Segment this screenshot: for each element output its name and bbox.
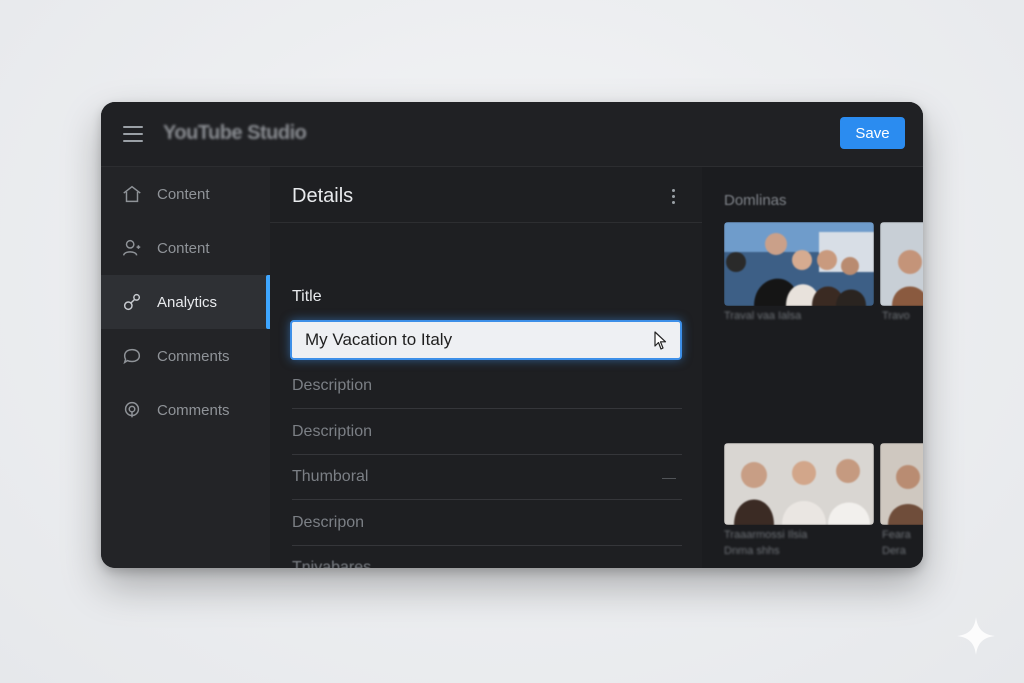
thumbnail-caption: Traaarmossi Ilsia — [724, 529, 808, 541]
comment-icon — [121, 345, 143, 367]
sidebar: Content Content Analytics Comments Comme… — [101, 167, 270, 568]
video-thumbnail[interactable] — [724, 443, 874, 525]
title-input[interactable] — [292, 322, 645, 358]
sidebar-item-comments-2[interactable]: Comments — [101, 383, 270, 437]
title-field[interactable] — [290, 320, 682, 360]
person-icon — [121, 237, 143, 259]
sparkle-icon — [957, 617, 995, 655]
chevron-up-icon: ︿ — [662, 559, 676, 569]
sidebar-item-label: Comments — [157, 347, 230, 365]
sidebar-item-label: Content — [157, 239, 210, 257]
description-field[interactable]: Description — [292, 363, 682, 409]
sidebar-item-content[interactable]: Content — [101, 167, 270, 221]
app-logo[interactable]: YouTube Studio — [163, 122, 307, 145]
page-title: Details — [292, 185, 354, 207]
video-thumbnail[interactable] — [880, 443, 923, 525]
thumbnails-panel: Domlinas Traval vaa Ialsa Travo Traaarmo… — [702, 167, 923, 568]
thumbnail-caption: Travo — [882, 310, 910, 322]
top-bar: YouTube Studio Save — [101, 102, 923, 167]
sidebar-item-content-2[interactable]: Content — [101, 221, 270, 275]
save-button[interactable]: Save — [840, 117, 905, 149]
home-icon — [121, 183, 143, 205]
broadcast-icon — [121, 399, 143, 421]
mouse-cursor-icon — [654, 331, 667, 350]
people-photo-icon — [880, 443, 923, 525]
description-field-3[interactable]: Descripon — [292, 500, 682, 546]
people-photo-icon — [880, 222, 923, 306]
more-options-icon[interactable] — [670, 189, 676, 205]
video-thumbnail[interactable] — [724, 222, 874, 306]
people-photo-icon — [724, 443, 874, 525]
tags-field[interactable]: Tnivabares ︿ — [292, 545, 682, 569]
description-field-2[interactable]: Description — [292, 409, 682, 455]
app-window: YouTube Studio Save Content Content Anal… — [101, 102, 923, 568]
details-header: Details — [270, 167, 702, 223]
sidebar-item-analytics[interactable]: Analytics — [101, 275, 270, 329]
video-thumbnail[interactable] — [880, 222, 923, 306]
analytics-icon — [121, 291, 143, 313]
sidebar-item-label: Analytics — [157, 293, 218, 311]
menu-icon[interactable] — [123, 126, 143, 142]
people-photo-icon — [724, 222, 874, 306]
dash-icon: — — [662, 468, 676, 485]
thumbnail-caption: Traval vaa Ialsa — [724, 310, 802, 322]
details-panel: Details Title Description Description Th… — [270, 167, 702, 568]
thumbnail-caption: Dnma shhs — [724, 545, 780, 557]
thumbnails-section-label: Domlinas — [724, 192, 787, 209]
sidebar-item-label: Content — [157, 185, 210, 203]
title-label: Title — [292, 288, 322, 305]
sidebar-item-label: Comments — [157, 401, 230, 419]
thumbnail-caption: Feara — [882, 529, 911, 541]
thumbnail-field[interactable]: Thumboral — — [292, 454, 682, 500]
sidebar-item-comments[interactable]: Comments — [101, 329, 270, 383]
thumbnail-caption: Dera — [882, 545, 906, 557]
